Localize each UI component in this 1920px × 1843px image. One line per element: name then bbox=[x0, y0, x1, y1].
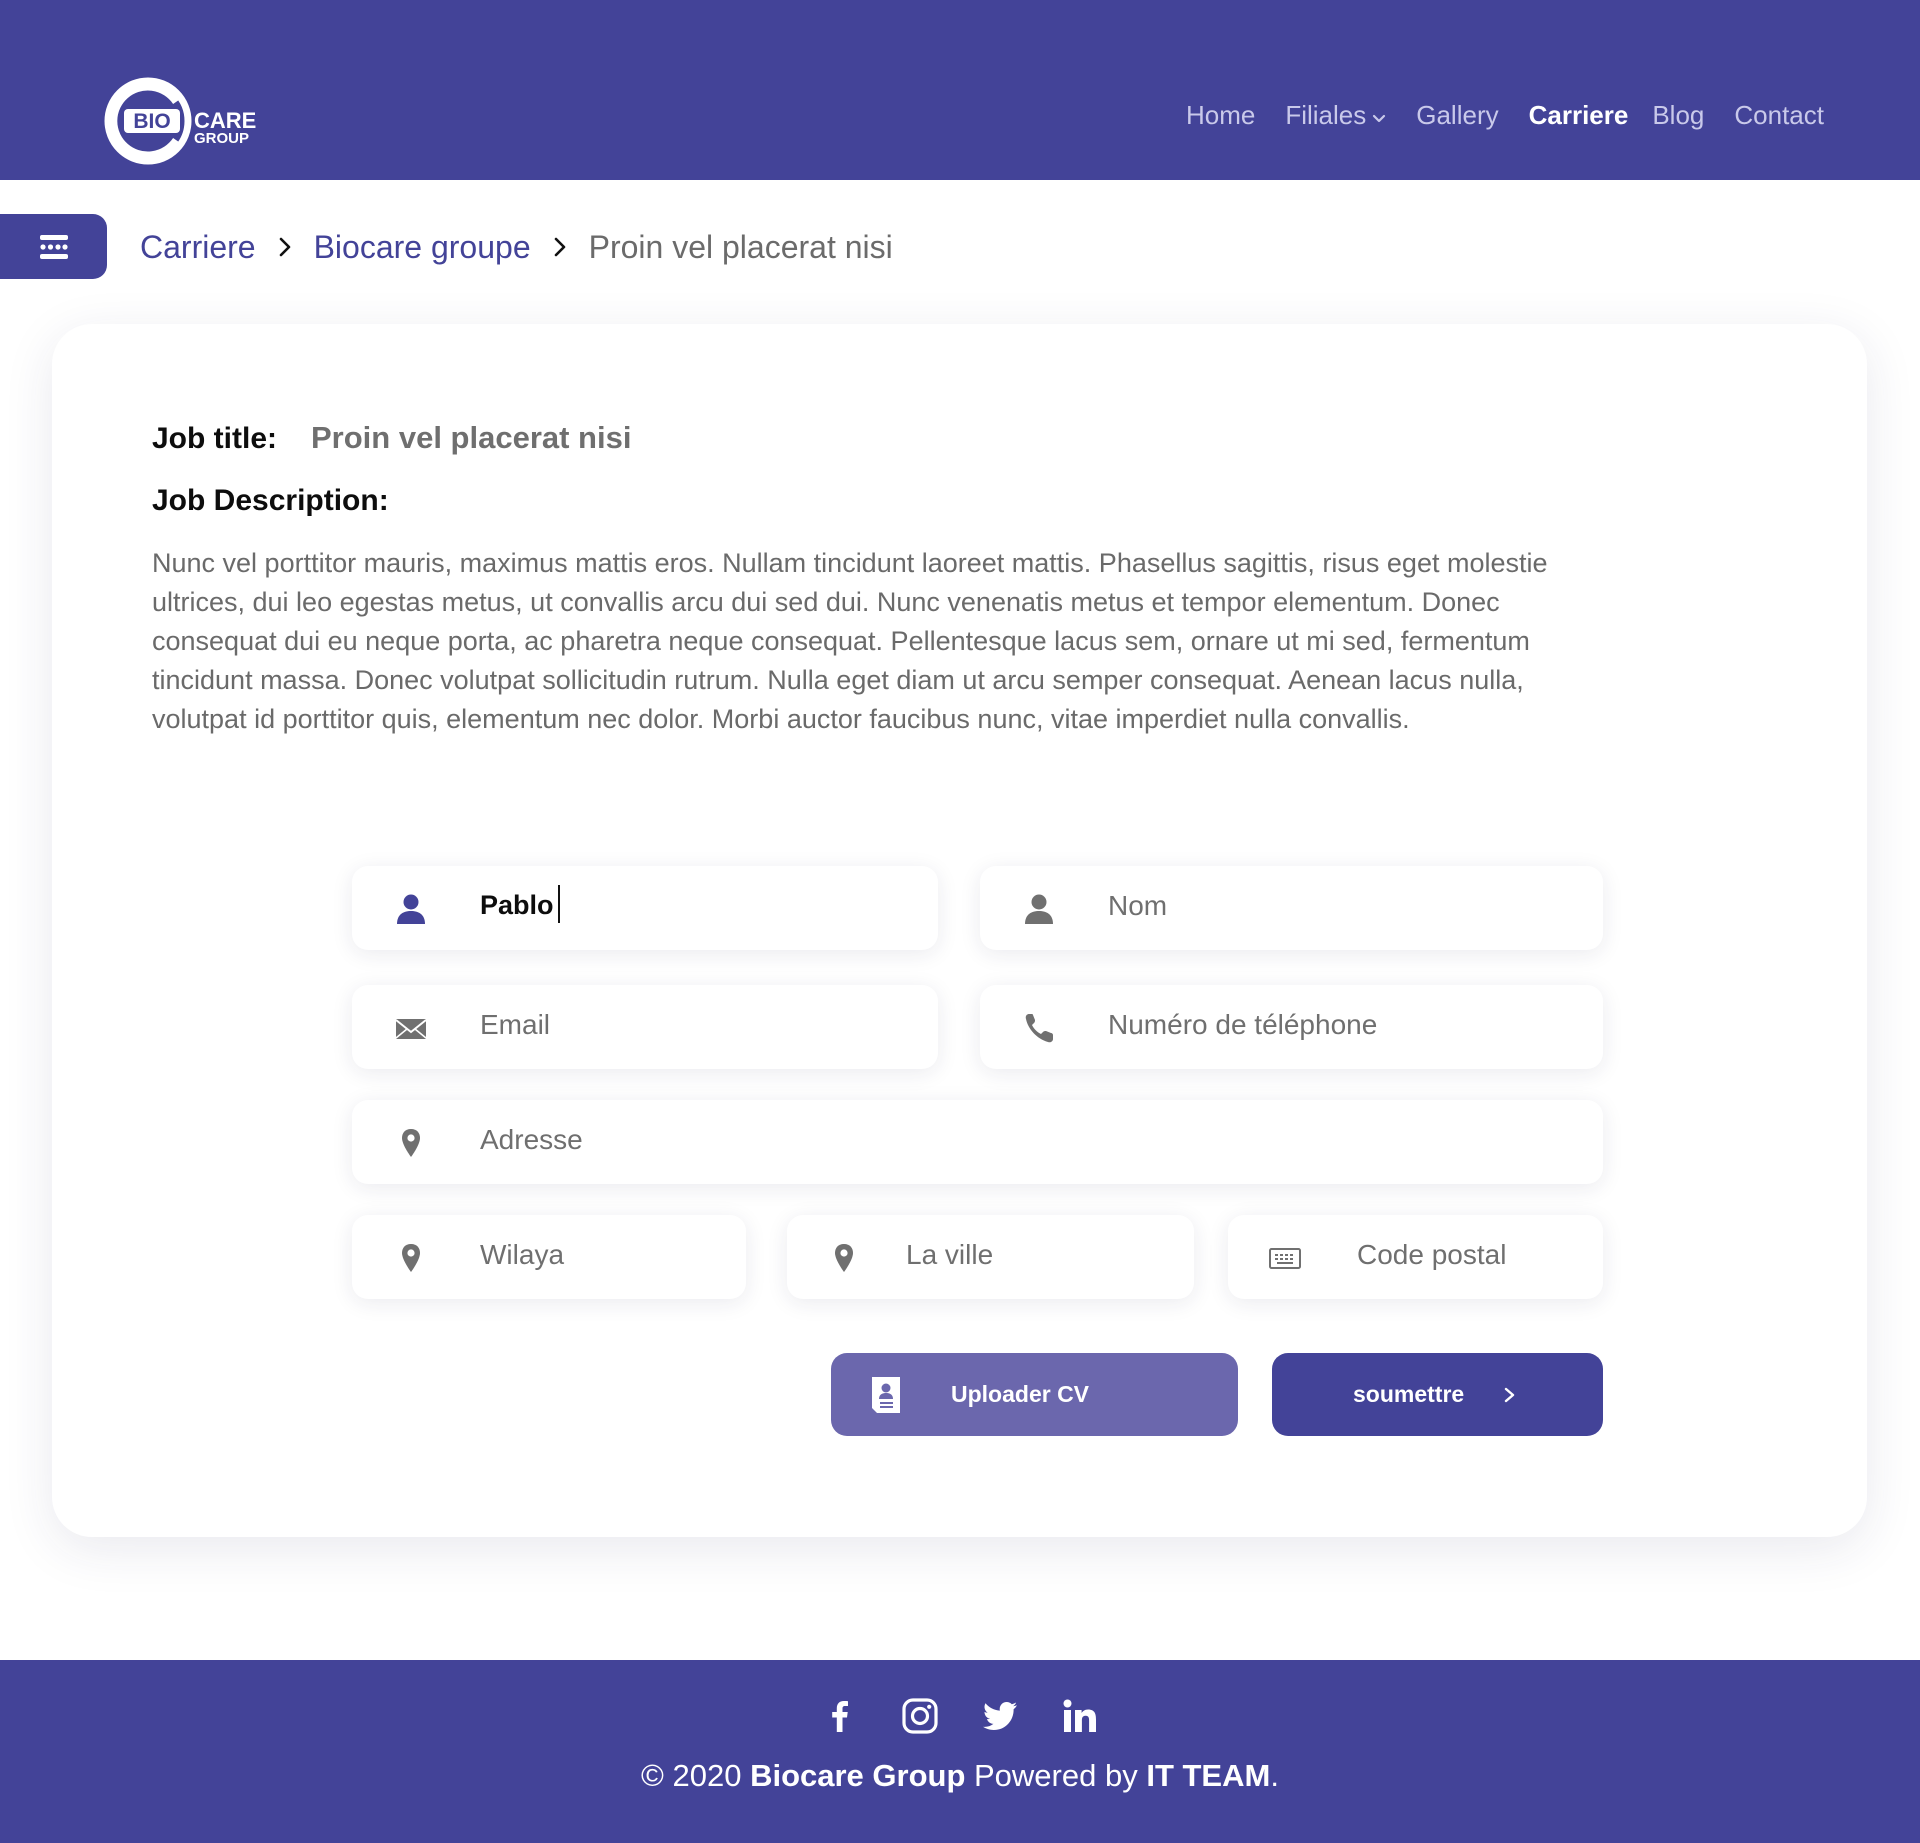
copyright-text: © 2020 Biocare Group Powered by IT TEAM. bbox=[0, 1758, 1920, 1794]
nav-gallery-label: Gallery bbox=[1416, 100, 1499, 130]
nav-home-label: Home bbox=[1185, 100, 1256, 130]
nav-filiales[interactable]: Filiales bbox=[1285, 100, 1386, 131]
nom-placeholder: Nom bbox=[1108, 890, 1168, 921]
nav-carriere[interactable]: Carriere bbox=[1529, 100, 1629, 131]
copyright-team: IT TEAM bbox=[1146, 1758, 1271, 1793]
chevron-right-icon bbox=[256, 236, 314, 258]
chevron-right-icon bbox=[531, 236, 589, 258]
telephone-input[interactable]: Numéro de téléphone bbox=[980, 985, 1603, 1069]
wilaya-placeholder: Wilaya bbox=[480, 1239, 565, 1270]
job-description-label: Job Description: bbox=[152, 484, 389, 517]
adresse-input[interactable]: Adresse bbox=[352, 1100, 1603, 1184]
nav-blog[interactable]: Blog bbox=[1652, 100, 1704, 131]
email-input[interactable]: Email bbox=[352, 985, 938, 1069]
sidebar-toggle-button[interactable] bbox=[0, 214, 107, 279]
biocare-logo[interactable]: BIO CARE GROUP bbox=[104, 76, 284, 166]
nav-filiales-label: Filiales bbox=[1285, 100, 1367, 130]
nav-carriere-label: Carriere bbox=[1528, 100, 1629, 130]
breadcrumb-carriere[interactable]: Carriere bbox=[140, 229, 256, 266]
job-title-label: Job title: bbox=[152, 422, 277, 455]
logo-mark: BIO CARE GROUP bbox=[104, 77, 256, 165]
breadcrumb-biocare-groupe[interactable]: Biocare groupe bbox=[314, 229, 531, 266]
wilaya-input[interactable]: Wilaya bbox=[352, 1215, 746, 1299]
nav-contact[interactable]: Contact bbox=[1734, 100, 1824, 131]
copyright-suffix: . bbox=[1270, 1758, 1279, 1793]
main-nav: Home Filiales Gallery Carriere Blog Cont… bbox=[1186, 100, 1824, 131]
telephone-placeholder: Numéro de téléphone bbox=[1108, 1009, 1378, 1040]
map-pin-icon bbox=[394, 1126, 428, 1160]
chevron-down-icon bbox=[1372, 106, 1386, 126]
ville-placeholder: La ville bbox=[906, 1239, 994, 1270]
upload-cv-label: Uploader CV bbox=[951, 1381, 1090, 1407]
twitter-icon[interactable] bbox=[980, 1696, 1020, 1736]
nav-gallery[interactable]: Gallery bbox=[1416, 100, 1498, 131]
copyright-prefix: © 2020 bbox=[641, 1758, 751, 1793]
code-postal-placeholder: Code postal bbox=[1357, 1239, 1507, 1270]
svg-text:GROUP: GROUP bbox=[194, 130, 249, 147]
breadcrumb-current: Proin vel placerat nisi bbox=[588, 228, 893, 265]
nav-blog-label: Blog bbox=[1652, 100, 1705, 130]
phone-icon bbox=[1022, 1011, 1056, 1045]
job-title-value: Proin vel placerat nisi bbox=[311, 420, 632, 455]
envelope-icon bbox=[394, 1011, 428, 1045]
upload-cv-button[interactable]: Uploader CV bbox=[831, 1353, 1238, 1436]
prenom-value: Pablo bbox=[480, 890, 554, 920]
adresse-placeholder: Adresse bbox=[480, 1124, 583, 1155]
social-links bbox=[0, 1696, 1920, 1736]
keyboard-icon bbox=[1268, 1241, 1302, 1275]
breadcrumb: Carriere Biocare groupe Proin vel placer… bbox=[140, 222, 893, 272]
svg-text:BIO: BIO bbox=[133, 110, 170, 133]
menu-grid-icon bbox=[39, 234, 68, 259]
map-pin-icon bbox=[827, 1241, 861, 1275]
map-pin-icon bbox=[394, 1241, 428, 1275]
file-user-icon bbox=[869, 1375, 903, 1415]
prenom-input[interactable]: Pablo bbox=[352, 866, 938, 950]
text-cursor bbox=[557, 884, 560, 923]
copyright-powered-by: Powered by bbox=[965, 1758, 1147, 1793]
job-description-text: Nunc vel porttitor mauris, maximus matti… bbox=[152, 548, 1548, 734]
site-footer: © 2020 Biocare Group Powered by IT TEAM. bbox=[0, 1660, 1920, 1843]
user-icon bbox=[394, 892, 428, 926]
chevron-right-icon bbox=[1500, 1383, 1520, 1407]
nom-input[interactable]: Nom bbox=[980, 866, 1603, 950]
nav-home[interactable]: Home bbox=[1186, 100, 1255, 131]
job-title-row: Job title: Proin vel placerat nisi bbox=[152, 420, 631, 456]
code-postal-input[interactable]: Code postal bbox=[1228, 1215, 1603, 1299]
linkedin-icon[interactable] bbox=[1060, 1696, 1100, 1736]
email-placeholder: Email bbox=[480, 1009, 551, 1040]
instagram-icon[interactable] bbox=[900, 1696, 940, 1736]
submit-button[interactable]: soumettre bbox=[1272, 1353, 1603, 1436]
nav-contact-label: Contact bbox=[1734, 100, 1824, 130]
facebook-icon[interactable] bbox=[820, 1696, 860, 1736]
submit-label: soumettre bbox=[1353, 1381, 1465, 1407]
copyright-company: Biocare Group bbox=[750, 1758, 966, 1793]
site-header: BIO CARE GROUP Home Filiales Gallery Car… bbox=[0, 0, 1920, 180]
ville-input[interactable]: La ville bbox=[787, 1215, 1194, 1299]
user-icon bbox=[1022, 892, 1056, 926]
